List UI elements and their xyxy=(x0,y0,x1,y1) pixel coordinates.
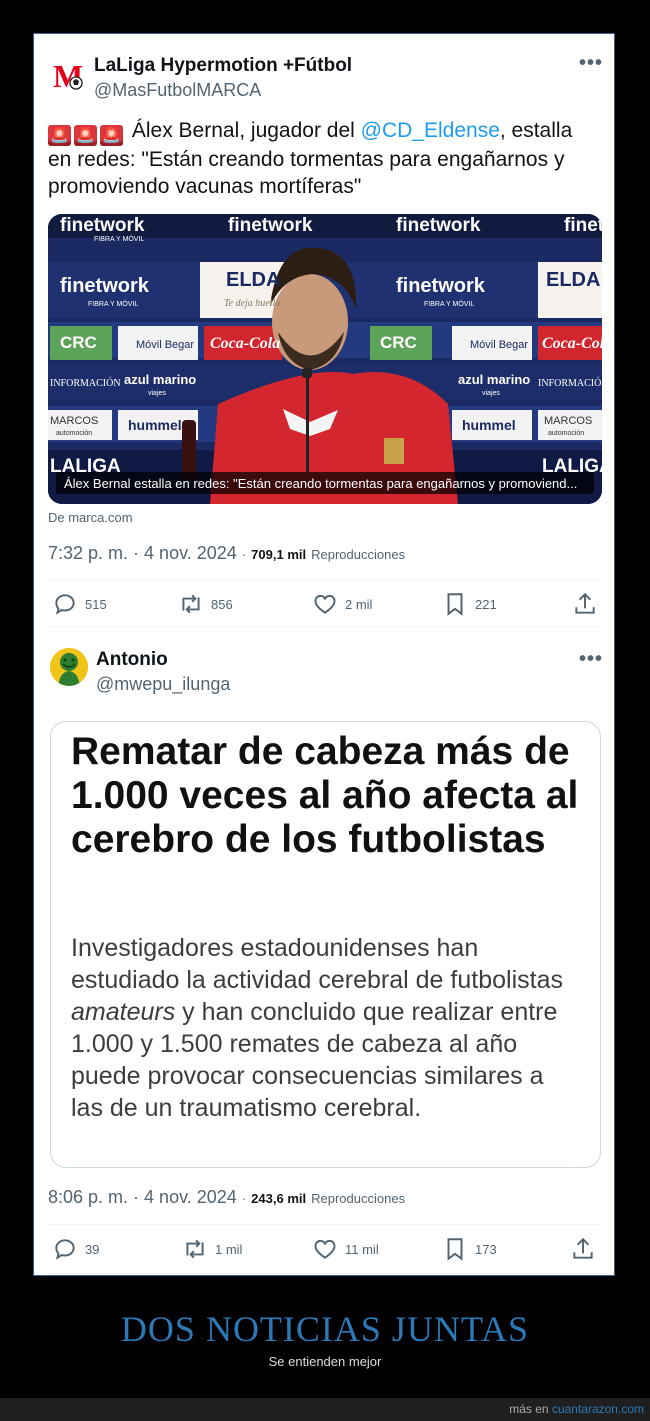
heart-icon xyxy=(314,1239,336,1259)
divider xyxy=(48,1224,602,1225)
reply-button[interactable]: 39 xyxy=(52,1234,99,1264)
bookmark-count: 173 xyxy=(475,1241,497,1257)
article-summary-part: Investigadores estadounidenses han estud… xyxy=(71,934,563,994)
view-count: 243,6 mil xyxy=(251,1191,307,1206)
footer-bar: más en cuantarazon.com xyxy=(0,1398,650,1421)
views-label: Reproducciones xyxy=(311,1191,406,1206)
post-subtitle: Se entienden mejor xyxy=(268,1354,382,1369)
article-summary: Investigadores estadounidenses han estud… xyxy=(71,932,581,1124)
retweet-icon xyxy=(186,1239,204,1259)
post-title: DOS NOTICIAS JUNTAS xyxy=(120,1309,530,1349)
article-summary-italic: amateurs xyxy=(71,998,176,1026)
more-options-icon[interactable]: ••• xyxy=(579,648,603,671)
article-headline: Rematar de cabeza más de 1.000 veces al … xyxy=(71,730,579,861)
author-name[interactable]: Antonio xyxy=(96,649,168,671)
retweet-count: 1 mil xyxy=(215,1241,243,1257)
like-count: 11 mil xyxy=(345,1241,379,1257)
share-button[interactable] xyxy=(570,1234,596,1264)
tweet-time[interactable]: 8:06 p. m. xyxy=(48,1187,128,1207)
tweet-metadata: 8:06 p. m. · 4 nov. 2024 · 243,6 mil Rep… xyxy=(48,1187,406,1207)
screenshot-card: M LaLiga Hypermotion +Fútbol @MasFutbolM… xyxy=(33,33,615,1276)
footer-credit: más en cuantarazon.com xyxy=(509,1402,644,1416)
reply-icon xyxy=(55,1239,75,1260)
antonio-avatar[interactable] xyxy=(50,648,88,686)
retweet-button[interactable]: 1 mil xyxy=(182,1234,242,1264)
action-bar: 39 1 mil 11 mil 173 xyxy=(48,1234,602,1264)
tweet-antonio[interactable]: Antonio @mwepu_ilunga ••• Rematar de cab… xyxy=(34,34,614,1275)
reply-count: 39 xyxy=(85,1241,100,1257)
author-handle[interactable]: @mwepu_ilunga xyxy=(96,674,230,695)
news-article-card[interactable]: Rematar de cabeza más de 1.000 veces al … xyxy=(50,721,601,1168)
bookmark-icon xyxy=(447,1238,463,1261)
footer-prefix: más en xyxy=(509,1402,549,1416)
share-icon xyxy=(573,1237,593,1259)
site-link[interactable]: cuantarazon.com xyxy=(552,1402,644,1416)
like-button[interactable]: 11 mil xyxy=(312,1234,379,1264)
bookmark-button[interactable]: 173 xyxy=(442,1234,497,1264)
tweet-date[interactable]: 4 nov. 2024 xyxy=(144,1187,237,1207)
